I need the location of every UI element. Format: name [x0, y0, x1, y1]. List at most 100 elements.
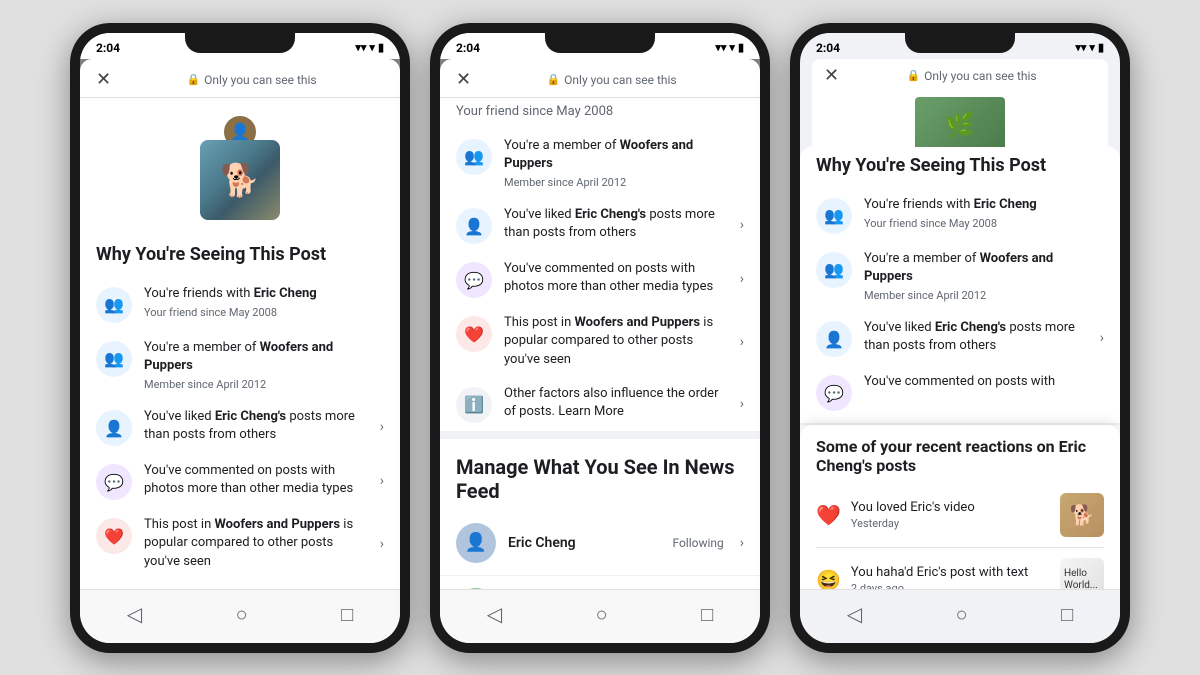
liked-icon-3: 👤 — [816, 321, 852, 357]
haha-sub: 2 days ago — [851, 582, 1050, 589]
friend-since-1: Your friend since May 2008 — [144, 305, 384, 320]
back-button-2[interactable]: ◁ — [487, 602, 502, 626]
loved-emoji: ❤️ — [816, 503, 841, 527]
reason-popular-1[interactable]: ❤️ This post in Woofers and Puppers is p… — [80, 508, 400, 579]
bottom-nav-3: ◁ ○ □ — [800, 589, 1120, 643]
friend-since-banner: Your friend since May 2008 — [440, 98, 760, 129]
bottom-nav-2: ◁ ○ □ — [440, 589, 760, 643]
reason-text-popular-1: This post in Woofers and Puppers is popu… — [144, 516, 368, 571]
reason-other-1[interactable]: ℹ️ Other factors also influence the orde… — [80, 579, 400, 589]
time-2: 2:04 — [456, 41, 480, 55]
phone-notch-1 — [185, 33, 295, 53]
member-since-1: Member since April 2012 — [144, 377, 384, 392]
battery-icon-2: ▮ — [738, 41, 744, 54]
home-button-2[interactable]: ○ — [596, 602, 608, 627]
info-icon-2: ℹ️ — [456, 387, 492, 423]
battery-icon-3: ▮ — [1098, 41, 1104, 54]
time-1: 2:04 — [96, 41, 120, 55]
only-you-text-1: Only you can see this — [204, 73, 316, 87]
reason-text-liked-1: You've liked Eric Cheng's posts more tha… — [144, 408, 368, 444]
recent-button-1[interactable]: □ — [341, 602, 353, 627]
home-button-3[interactable]: ○ — [956, 602, 968, 627]
modal-sheet-2: ✕ 🔒 Only you can see this Your friend si… — [440, 59, 760, 589]
status-icons-1: ▾▾ ▾ ▮ — [355, 41, 384, 54]
bottom-nav-1: ◁ ○ □ — [80, 589, 400, 643]
wifi-icon-3: ▾ — [1089, 41, 1095, 54]
member-icon-1: 👥 — [96, 341, 132, 377]
modal-sheet-1: ✕ 🔒 Only you can see this 👤 🐕 — [80, 59, 400, 589]
reason-text-friends-1: You're friends with Eric Cheng Your frie… — [144, 285, 384, 321]
chevron-popular-1: › — [380, 536, 384, 552]
reason-friends-3: 👥 You're friends with Eric Cheng Your fr… — [800, 188, 1120, 242]
chevron-eric: › — [740, 535, 744, 551]
lock-icon-1: 🔒 — [186, 73, 200, 86]
reaction-haha: 😆 You haha'd Eric's post with text 2 day… — [816, 552, 1104, 588]
back-button-3[interactable]: ◁ — [847, 602, 862, 626]
reason-text-friends-3: You're friends with Eric Cheng Your frie… — [864, 196, 1104, 232]
member-icon-3: 👥 — [816, 252, 852, 288]
member-icon-2: 👥 — [456, 139, 492, 175]
modal-overlay-1: ✕ 🔒 Only you can see this 👤 🐕 — [80, 59, 400, 589]
reason-member-2: 👥 You're a member of Woofers and Puppers… — [440, 129, 760, 199]
only-you-text-2: Only you can see this — [564, 73, 676, 87]
haha-text: You haha'd Eric's post with text 2 days … — [851, 565, 1050, 589]
haha-emoji: 😆 — [816, 568, 841, 588]
liked-icon-2: 👤 — [456, 208, 492, 244]
reason-liked-3[interactable]: 👤 You've liked Eric Cheng's posts more t… — [800, 311, 1120, 365]
recent-button-3[interactable]: □ — [1061, 602, 1073, 627]
chevron-popular-2: › — [740, 334, 744, 350]
phone-screen-3: 2:04 ▾▾ ▾ ▮ ✕ 🔒 Only you can see this — [800, 33, 1120, 643]
bg-close: ✕ — [824, 67, 839, 85]
reason-text-other-2: Other factors also influence the order o… — [504, 385, 728, 421]
member-since-3: Member since April 2012 — [864, 288, 1104, 303]
phone-2: 2:04 ▾▾ ▾ ▮ ✕ 🔒 Only you can see this — [430, 23, 770, 653]
phone-notch-3 — [905, 33, 1015, 53]
status-icons-3: ▾▾ ▾ ▮ — [1075, 41, 1104, 54]
eric-name: Eric Cheng — [508, 535, 660, 551]
phone-3: 2:04 ▾▾ ▾ ▮ ✕ 🔒 Only you can see this — [790, 23, 1130, 653]
home-button-1[interactable]: ○ — [236, 602, 248, 627]
close-button-2[interactable]: ✕ — [456, 71, 471, 89]
lock-icon-2: 🔒 — [546, 73, 560, 86]
phone-1: 2:04 ▾▾ ▾ ▮ ✕ 🔒 Only you can see this — [70, 23, 410, 653]
modal-overlay-2: ✕ 🔒 Only you can see this Your friend si… — [440, 59, 760, 589]
phone-screen-2: 2:04 ▾▾ ▾ ▮ ✕ 🔒 Only you can see this — [440, 33, 760, 643]
reason-member-1: 👥 You're a member of Woofers and Puppers… — [80, 331, 400, 401]
reason-text-popular-2: This post in Woofers and Puppers is popu… — [504, 314, 728, 369]
recent-button-2[interactable]: □ — [701, 602, 713, 627]
loved-sub: Yesterday — [851, 517, 1050, 531]
reason-liked-1[interactable]: 👤 You've liked Eric Cheng's posts more t… — [80, 400, 400, 454]
reason-text-member-1: You're a member of Woofers and Puppers M… — [144, 339, 384, 393]
reason-popular-2[interactable]: ❤️ This post in Woofers and Puppers is p… — [440, 306, 760, 377]
close-button-1[interactable]: ✕ — [96, 71, 111, 89]
loved-text: You loved Eric's video Yesterday — [851, 500, 1050, 531]
signal-icon-2: ▾▾ — [715, 41, 726, 54]
reason-text-liked-3: You've liked Eric Cheng's posts more tha… — [864, 319, 1088, 355]
reason-commented-2[interactable]: 💬 You've commented on posts with photos … — [440, 252, 760, 306]
friends-icon-3: 👥 — [816, 198, 852, 234]
manage-title: Manage What You See In News Feed — [440, 431, 760, 511]
phone3-content: Why You're Seeing This Post 👥 You're fri… — [800, 147, 1120, 589]
signal-icon: ▾▾ — [355, 41, 366, 54]
popular-icon-2: ❤️ — [456, 316, 492, 352]
back-button-1[interactable]: ◁ — [127, 602, 142, 626]
reason-text-member-2: You're a member of Woofers and Puppers M… — [504, 137, 744, 191]
commented-icon-2: 💬 — [456, 262, 492, 298]
reason-other-2[interactable]: ℹ️ Other factors also influence the orde… — [440, 377, 760, 431]
wifi-icon-2: ▾ — [729, 41, 735, 54]
section-title-3: Why You're Seeing This Post — [800, 147, 1120, 188]
manage-item-woofers[interactable]: 🐾 Woofers and Puppers Following › — [440, 576, 760, 589]
popular-icon-1: ❤️ — [96, 518, 132, 554]
reason-liked-2[interactable]: 👤 You've liked Eric Cheng's posts more t… — [440, 198, 760, 252]
phone-notch-2 — [545, 33, 655, 53]
chevron-commented-1: › — [380, 473, 384, 489]
reason-commented-1[interactable]: 💬 You've commented on posts with photos … — [80, 454, 400, 508]
reason-text-commented-2: You've commented on posts with photos mo… — [504, 260, 728, 296]
member-since-2: Member since April 2012 — [504, 175, 744, 190]
reason-commented-3: 💬 You've commented on posts with — [800, 365, 1120, 425]
battery-icon: ▮ — [378, 41, 384, 54]
commented-icon-3: 💬 — [816, 375, 852, 411]
manage-item-eric[interactable]: 👤 Eric Cheng Following › — [440, 511, 760, 576]
phones-container: 2:04 ▾▾ ▾ ▮ ✕ 🔒 Only you can see this — [0, 0, 1200, 675]
reason-text-liked-2: You've liked Eric Cheng's posts more tha… — [504, 206, 728, 242]
